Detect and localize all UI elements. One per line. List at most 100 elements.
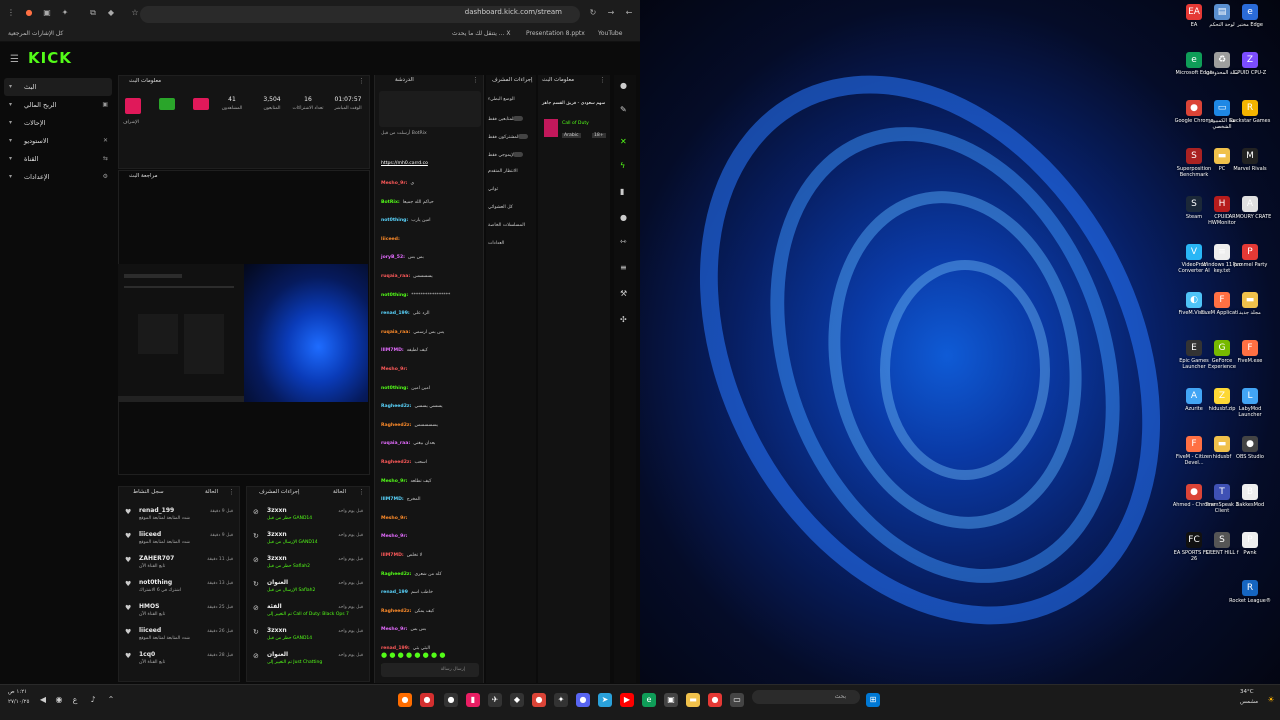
chat-username[interactable]: renad_199: [381,311,410,316]
app-icon[interactable]: ▮ [466,693,480,707]
chat-message[interactable]: ruqaia_raa: بعدان بيغني [381,441,435,446]
more-icon[interactable]: ⋮ [599,76,606,84]
chat-message[interactable]: lllM7MD: كيف لطيفه [381,348,428,353]
search-box[interactable]: بحث [752,690,860,704]
app-icon[interactable]: ✦ [554,693,568,707]
chat-username[interactable]: renad_199 [381,590,408,595]
puzzle-icon[interactable]: ✣ [620,315,627,324]
bookmark-ppt[interactable]: Presentation 8.pptx [526,30,585,37]
chat-message[interactable]: renad_199 خاطب اسم [381,590,433,595]
sidebar-item-monetization[interactable]: ▾ الربح المالي ▣ [4,96,112,114]
mod-action-item[interactable]: الوضع البطيء [488,97,515,102]
chat-message[interactable]: Mesho_9r: كيف نطلعه [381,479,432,484]
youtube-icon[interactable]: ▶ [620,693,634,707]
more-icon[interactable]: ⋮ [358,77,365,85]
app-icon[interactable]: ● [420,693,434,707]
mod-action-item[interactable]: المشتركون فقط [488,133,534,140]
chat-username[interactable]: ruqaia_raa: [381,330,410,335]
chat-message[interactable]: not0thing: امين يارب [381,218,431,223]
app-icon[interactable]: ● [708,693,722,707]
toggle-switch[interactable] [513,116,524,121]
chat-message[interactable]: Ragheed2z: يسسسسس [381,423,438,428]
mod-action-item[interactable]: المسلسلات الخاصة [488,223,525,228]
list-item[interactable]: ♥ HMOS تابع القناة الآن قبل 25 دقيقة [119,603,239,627]
chat-message[interactable]: Mesho_9r: بس بس [381,627,426,632]
chat-username[interactable]: lllM7MD: [381,348,404,353]
mod-action-item[interactable]: العدادات [488,241,504,246]
chat-username[interactable]: Mesho_9r: [381,516,407,521]
weather-desc[interactable]: مشمس [1240,699,1258,705]
chat-message[interactable]: joryB_52: بس بس [381,255,424,260]
desktop-icon[interactable]: EA EA [1172,4,1216,28]
more-icon[interactable]: ⋮ [472,76,479,84]
bookmark-star-icon[interactable]: ☆ [130,8,140,18]
bookmark-youtube[interactable]: YouTube [598,30,622,37]
table-row[interactable]: ⊘ الفئة تم التغيير إلى Call of Duty: Black… [247,603,369,627]
chat-username[interactable]: Mesho_9r: [381,181,407,186]
kick-logo[interactable]: KICK [28,49,72,67]
desktop-icon[interactable]: e Microsoft Edge [1172,52,1216,76]
chat-message[interactable]: not0thing: ***************** [381,293,450,298]
bookmark-x[interactable]: يتنقل لك ما يحدث ... X [452,30,511,37]
sidebar-item-studio[interactable]: ▾ الاستوديو ✕ [4,132,112,150]
chrome-icon[interactable]: ● [532,693,546,707]
weather-icon[interactable]: ☀ [1264,693,1278,707]
table-row[interactable]: ↻ 3zxxn حظر من قبل GAND14 قبل يوم واحد [247,627,369,651]
telegram-icon[interactable]: ➤ [598,693,612,707]
chat-username[interactable]: Ragheed2z: [381,460,411,465]
chat-message[interactable]: Mesho_9r: [381,367,410,372]
split-icon[interactable]: ⇿ [620,237,627,246]
table-row[interactable]: ↻ 3zxxn الإرسال من قبل GAND14 قبل يوم واحد [247,531,369,555]
mod-action-item[interactable]: للمتابعين فقط [488,115,529,122]
list-item[interactable]: ♥ liiceed شدد المتابعة لمتابعة الموقع قبل 9… [119,531,239,555]
chat-username[interactable]: not0thing: [381,218,408,223]
desktop-icon[interactable]: ◐ FiveM.Visu... [1172,292,1216,316]
chat-input[interactable]: إرسال رسالة [381,663,479,677]
chat-username[interactable]: not0thing: [381,386,408,391]
clock-time[interactable]: ١:٢١ ص [8,689,27,695]
chat-username[interactable]: not0thing: [381,293,408,298]
weather-temp[interactable]: 34°C [1240,689,1254,695]
chat-username[interactable]: Ragheed2z: [381,572,411,577]
pin-icon[interactable]: ◆ [106,8,116,18]
app-icon[interactable]: ◆ [510,693,524,707]
extensions-icon[interactable]: ✦ [60,8,70,18]
speaker-icon[interactable]: ◀ [36,693,50,707]
store-icon[interactable]: ▣ [664,693,678,707]
clock-date[interactable]: ٢٧/١٠/٢٥ [8,699,29,705]
desktop-icon[interactable]: E Epic Games Launcher [1172,340,1216,370]
chat-username[interactable]: lllM7MD: [381,497,404,502]
bolt-icon[interactable]: ϟ [620,161,625,170]
chat-message[interactable]: Ragheed2z: كيف يمكن [381,609,434,614]
chat-message[interactable]: Ragheed2z: كله من شعري [381,572,442,577]
desktop-icon[interactable]: R Rocket League® [1228,580,1272,604]
filter-label[interactable]: الحالة [333,489,346,495]
sidebar-item-settings[interactable]: ▾ الإعدادات ⚙ [4,168,112,186]
mod-action-item[interactable]: الإيموجي فقط [488,151,529,158]
desktop-icon[interactable]: ● Google Chrome [1172,100,1216,124]
edge-icon[interactable]: e [642,693,656,707]
document-icon[interactable]: ▮ [620,187,624,196]
filter-label[interactable]: الحالة [205,489,218,495]
stream-preview-video[interactable] [118,264,368,402]
desktop-icon[interactable]: S Superposition Benchmark [1172,148,1216,178]
table-row[interactable]: ⊘ 3zxxn حظر من قبل Saflah2 قبل يوم واحد [247,555,369,579]
mic-icon[interactable]: ♪ [86,693,100,707]
list-item[interactable]: ♥ not0thing اشترك في 6 الاشتراك قبل 13 دقيق… [119,579,239,603]
file-explorer-icon[interactable]: ▬ [686,693,700,707]
app-icon[interactable]: ✈ [488,693,502,707]
chat-username[interactable]: joryB_52: [381,255,405,260]
more-icon[interactable]: ⋮ [228,488,235,496]
back-icon[interactable]: ← [624,8,634,18]
record-icon[interactable] [193,98,209,110]
chat-username[interactable]: Ragheed2z: [381,423,411,428]
chat-username[interactable]: liiceed: [381,237,400,242]
desktop-icon[interactable]: A Azurite [1172,388,1216,412]
emote-bar[interactable]: ● ● ● ● ● ● ● ● [381,651,445,659]
app-icon[interactable]: ● [398,693,412,707]
chat-message[interactable]: not0thing: امين امين [381,386,430,391]
chat-message[interactable]: renad_199: الرد على [381,311,430,316]
screenshot-icon[interactable]: ⧉ [88,8,98,18]
steam-icon[interactable]: ● [444,693,458,707]
chat-username[interactable]: BotRix: [381,200,400,205]
